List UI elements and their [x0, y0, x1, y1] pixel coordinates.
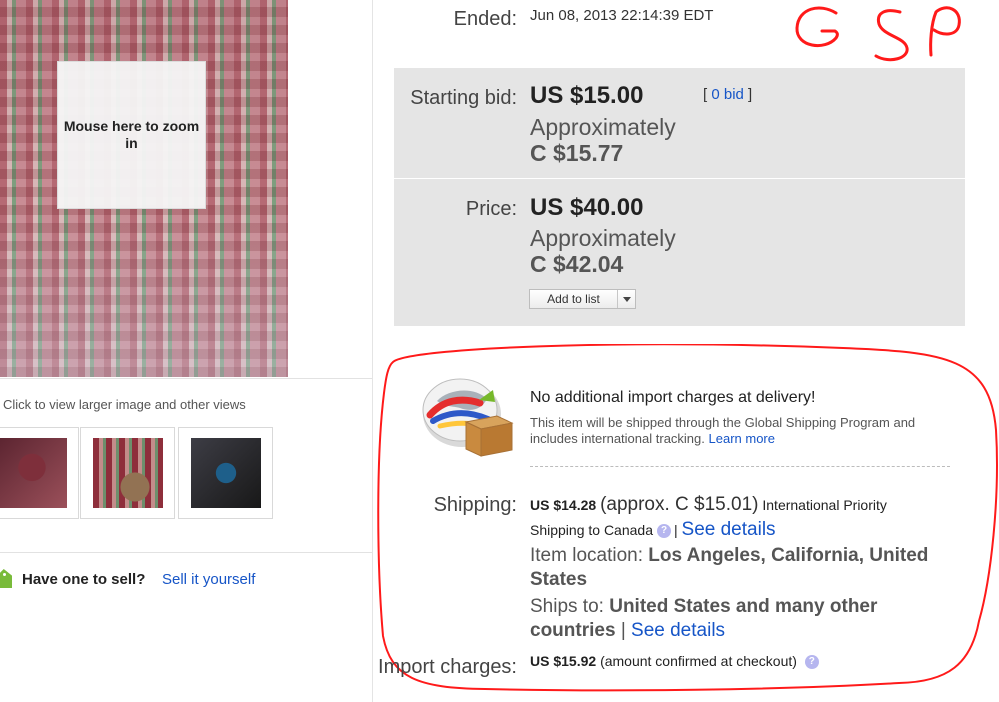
zoom-label: Mouse here to zoom in — [63, 117, 200, 152]
handwritten-p — [929, 6, 961, 57]
thumbnail-3[interactable] — [178, 427, 273, 519]
left-divider-2 — [0, 552, 372, 553]
shipping-cost-line: US $14.28 (approx. C $15.01) Internation… — [530, 493, 960, 517]
import-help-icon[interactable]: ? — [804, 655, 819, 670]
starting-bid-label: Starting bid: — [410, 87, 517, 109]
shipping-service: International Priority — [762, 497, 887, 513]
import-charges-value: US $15.92 (amount confirmed at checkout)… — [530, 653, 960, 670]
ships-to-label: Ships to: — [530, 596, 604, 617]
zoom-overlay[interactable]: Mouse here to zoom in — [57, 61, 206, 209]
approximate-price-value: C $42.04 — [530, 251, 624, 277]
add-to-list-dropdown[interactable] — [617, 290, 635, 308]
handwritten-s — [874, 9, 909, 62]
bid-panel — [394, 68, 965, 178]
handwritten-g — [795, 6, 839, 47]
have-one-to-sell-text: Have one to sell? — [22, 571, 146, 588]
price-label: Price: — [465, 198, 517, 220]
help-icon[interactable]: ? — [657, 524, 671, 539]
import-charges-label: Import charges: — [378, 656, 517, 678]
gsp-title: No additional import charges at delivery… — [530, 389, 816, 406]
ended-label: Ended: — [453, 8, 517, 30]
thumbnail-image-1 — [0, 438, 67, 508]
import-charges-note: (amount confirmed at checkout) — [600, 653, 797, 669]
approximately-label-2: Approximately — [530, 225, 676, 251]
sale-tag-icon — [0, 569, 12, 588]
ended-value: Jun 08, 2013 22:14:39 EDT — [530, 7, 714, 24]
global-shipping-icon — [422, 378, 514, 457]
bid-count-link[interactable]: 0 bid — [711, 86, 744, 103]
price-value: US $40.00 — [530, 194, 644, 221]
shipping-box-side — [480, 422, 513, 457]
thumbnail-image-2 — [92, 438, 163, 508]
shipping-approximate-cost: (approx. C $15.01) — [600, 494, 759, 515]
thumbnail-image-3 — [190, 438, 261, 508]
approximately-label-1: Approximately — [530, 114, 676, 140]
shipping-see-details-link[interactable]: See details — [682, 519, 776, 540]
item-location: Item location: Los Angeles, California, … — [530, 544, 960, 592]
starting-bid-value: US $15.00 — [530, 82, 644, 109]
bid-count: [ 0 bid ] — [703, 86, 752, 103]
approximate-bid-value: C $15.77 — [530, 140, 624, 166]
dashed-separator — [530, 466, 950, 467]
sell-it-yourself-link[interactable]: Sell it yourself — [162, 571, 255, 588]
add-to-list-control: Add to list — [529, 289, 636, 309]
shipping-cost: US $14.28 — [530, 497, 597, 513]
shipping-destination-line: Shipping to Canada? | See details — [530, 518, 960, 542]
gsp-description: This item will be shipped through the Gl… — [530, 415, 950, 447]
ships-to-see-details-link[interactable]: See details — [631, 620, 725, 641]
thumbnail-1[interactable] — [0, 427, 79, 519]
shipping-destination: Shipping to Canada — [530, 522, 653, 538]
bid-count-suffix: ] — [743, 86, 753, 103]
shipping-separator: | — [674, 522, 678, 538]
shipping-label: Shipping: — [433, 494, 517, 516]
gsp-handwriting — [795, 6, 961, 62]
import-charges-amount: US $15.92 — [530, 653, 597, 669]
item-location-label: Item location: — [530, 545, 643, 566]
learn-more-link[interactable]: Learn more — [709, 431, 775, 446]
ships-to-separator: | — [620, 620, 626, 641]
left-divider — [0, 378, 372, 379]
thumbnail-2[interactable] — [80, 427, 175, 519]
ships-to: Ships to: United States and many other c… — [530, 595, 960, 643]
add-to-list-button[interactable]: Add to list — [530, 290, 617, 308]
thumbnails-caption: Click to view larger image and other vie… — [3, 397, 246, 412]
chevron-down-icon — [622, 296, 631, 302]
